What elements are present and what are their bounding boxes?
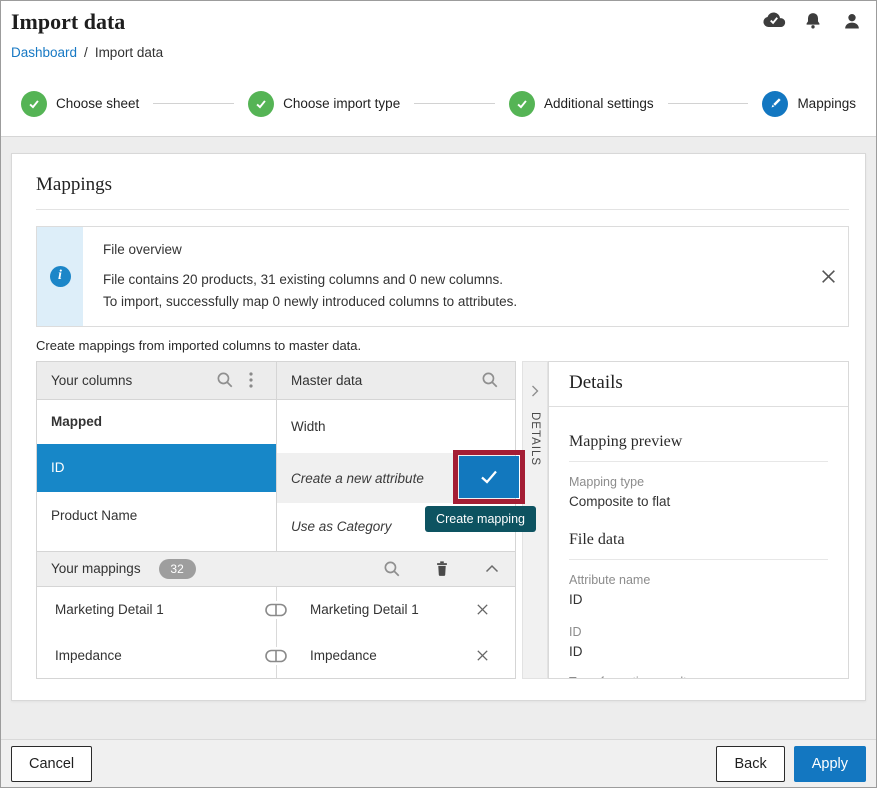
content-region: Mappings i File overview File contains 2… — [1, 137, 876, 741]
mapped-group-label: Mapped — [37, 400, 276, 444]
check-icon — [478, 468, 500, 486]
mapping-target: Impedance — [276, 648, 377, 663]
step-connector — [153, 103, 234, 104]
mappings-count-badge: 32 — [159, 559, 196, 579]
breadcrumb: Dashboard / Import data — [11, 45, 860, 60]
step-mappings-current[interactable]: Mappings — [762, 91, 856, 117]
search-icon[interactable] — [477, 367, 503, 393]
cancel-button[interactable]: Cancel — [11, 746, 92, 782]
mapping-type-label: Mapping type — [569, 475, 828, 489]
master-item-width[interactable]: Width — [277, 400, 515, 454]
back-button[interactable]: Back — [716, 746, 784, 782]
mapping-row: Impedance Impedance — [37, 633, 515, 679]
chevron-right-icon — [530, 384, 540, 398]
breadcrumb-separator: / — [84, 45, 88, 60]
mapping-area: Your columns Mapped ID — [36, 361, 849, 679]
mappings-list: Marketing Detail 1 Marketing Detail 1 Im… — [36, 587, 516, 679]
link-icon — [264, 647, 288, 665]
step-done-check-icon — [248, 91, 274, 117]
info-box-strip: i — [37, 227, 83, 326]
cloud-sync-icon[interactable] — [762, 10, 786, 32]
mapping-row: Marketing Detail 1 Marketing Detail 1 — [37, 587, 515, 633]
step-current-pencil-icon — [762, 91, 788, 117]
your-columns-title: Your columns — [51, 373, 132, 388]
attribute-name-value: ID — [569, 592, 828, 607]
breadcrumb-dashboard-link[interactable]: Dashboard — [11, 45, 77, 60]
create-mapping-button[interactable] — [459, 456, 519, 498]
step-label: Mappings — [797, 96, 856, 111]
mapping-source: Impedance — [37, 648, 276, 663]
bell-icon[interactable] — [801, 10, 825, 32]
details-panel: Details Mapping preview Mapping type Com… — [548, 361, 849, 679]
step-done-check-icon — [21, 91, 47, 117]
step-choose-import-type[interactable]: Choose import type — [248, 91, 400, 117]
link-icon — [264, 601, 288, 619]
your-mappings-bar: Your mappings 32 — [36, 551, 516, 587]
your-mappings-title: Your mappings — [51, 561, 141, 576]
footer-bar: Cancel Back Apply — [1, 739, 876, 787]
mapping-instruction: Create mappings from imported columns to… — [36, 338, 849, 353]
mapping-preview-heading: Mapping preview — [569, 433, 828, 451]
mapping-type-value: Composite to flat — [569, 494, 828, 509]
page-header: Import data Dashboard / Import data — [1, 1, 876, 71]
create-attribute-label: Create a new attribute — [291, 471, 424, 486]
column-item-id-selected[interactable]: ID — [37, 444, 276, 492]
id-value: ID — [569, 644, 828, 659]
mapping-source: Marketing Detail 1 — [37, 602, 276, 617]
your-columns-panel: Your columns Mapped ID — [37, 362, 276, 551]
user-icon[interactable] — [840, 10, 864, 32]
search-icon[interactable] — [212, 367, 238, 393]
attribute-name-label: Attribute name — [569, 573, 828, 587]
page-title: Import data — [11, 9, 860, 35]
master-data-panel: Master data Width Create a new attribute — [276, 362, 515, 551]
trash-icon[interactable] — [429, 556, 455, 582]
id-label: ID — [569, 625, 828, 639]
mapping-target: Marketing Detail 1 — [276, 602, 419, 617]
import-data-window: Import data Dashboard / Import data Choo… — [0, 0, 877, 788]
transformation-results-label: Transformation results — [569, 675, 828, 679]
file-data-rule — [569, 559, 828, 560]
step-connector — [668, 103, 749, 104]
mappings-card: Mappings i File overview File contains 2… — [11, 153, 866, 701]
step-label: Choose sheet — [56, 96, 139, 111]
apply-button[interactable]: Apply — [794, 746, 866, 782]
mappings-heading: Mappings — [36, 174, 849, 196]
kebab-menu-icon[interactable] — [238, 367, 264, 393]
step-connector — [414, 103, 495, 104]
column-item-product-name[interactable]: Product Name — [37, 492, 276, 540]
details-heading: Details — [549, 362, 848, 406]
search-icon[interactable] — [379, 556, 405, 582]
info-icon: i — [50, 266, 71, 287]
file-data-heading: File data — [569, 531, 828, 549]
info-close-button[interactable] — [808, 227, 848, 326]
step-choose-sheet[interactable]: Choose sheet — [21, 91, 139, 117]
create-mapping-tooltip: Create mapping — [425, 506, 536, 532]
remove-mapping-icon[interactable] — [469, 643, 495, 669]
step-label: Choose import type — [283, 96, 400, 111]
info-box-line2: To import, successfully map 0 newly intr… — [103, 291, 790, 313]
details-tab-label: DETAILS — [529, 412, 541, 466]
remove-mapping-icon[interactable] — [469, 597, 495, 623]
master-item-create-attribute[interactable]: Create a new attribute Create mapping — [277, 453, 515, 503]
wizard-stepper: Choose sheet Choose import type Addition… — [1, 71, 876, 137]
step-done-check-icon — [509, 91, 535, 117]
preview-rule — [569, 461, 828, 462]
master-data-title: Master data — [291, 373, 362, 388]
your-columns-header: Your columns — [37, 362, 276, 400]
step-additional-settings[interactable]: Additional settings — [509, 91, 654, 117]
breadcrumb-current: Import data — [95, 45, 163, 60]
step-label: Additional settings — [544, 96, 654, 111]
heading-rule — [36, 209, 849, 210]
info-box-title: File overview — [103, 242, 790, 257]
highlight-box — [453, 450, 525, 504]
file-overview-info-box: i File overview File contains 20 product… — [36, 226, 849, 327]
info-box-line1: File contains 20 products, 31 existing c… — [103, 269, 790, 291]
chevron-up-icon[interactable] — [479, 556, 505, 582]
master-data-header: Master data — [277, 362, 515, 400]
